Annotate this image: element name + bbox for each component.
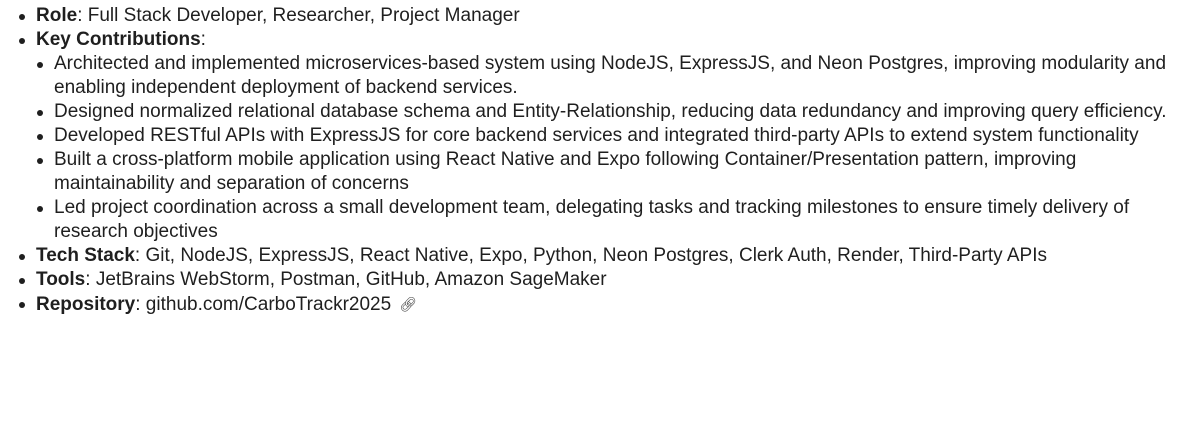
role-label: Role bbox=[36, 5, 78, 26]
repository-link[interactable]: github.com/CarboTrackr2025 bbox=[141, 294, 391, 315]
tech-stack-label: Tech Stack bbox=[36, 245, 135, 266]
contributions-list: Architected and implemented microservice… bbox=[18, 52, 1186, 244]
repository-label: Repository bbox=[36, 294, 136, 315]
role-text: Full Stack Developer, Researcher, Projec… bbox=[82, 5, 520, 26]
contribution-item: Built a cross-platform mobile applicatio… bbox=[18, 148, 1186, 196]
project-details-list: Role: Full Stack Developer, Researcher, … bbox=[0, 0, 1186, 317]
contribution-item: Developed RESTful APIs with ExpressJS fo… bbox=[18, 124, 1186, 148]
tech-stack-text: Git, NodeJS, ExpressJS, React Native, Ex… bbox=[140, 245, 1047, 266]
tools-label: Tools bbox=[36, 269, 86, 290]
tech-stack-item: Tech Stack: Git, NodeJS, ExpressJS, Reac… bbox=[0, 244, 1186, 268]
contribution-item: Designed normalized relational database … bbox=[18, 100, 1186, 124]
contributions-label: Key Contributions bbox=[36, 29, 201, 50]
tools-text: JetBrains WebStorm, Postman, GitHub, Ama… bbox=[90, 269, 607, 290]
contribution-item: Led project coordination across a small … bbox=[18, 196, 1186, 244]
link-icon[interactable]: 🔗︎ bbox=[399, 292, 417, 316]
tools-item: Tools: JetBrains WebStorm, Postman, GitH… bbox=[0, 268, 1186, 292]
contribution-item: Architected and implemented microservice… bbox=[18, 52, 1186, 100]
contributions-item: Key Contributions: Architected and imple… bbox=[0, 28, 1186, 244]
role-item: Role: Full Stack Developer, Researcher, … bbox=[0, 4, 1186, 28]
contributions-separator: : bbox=[200, 29, 206, 50]
repository-item: Repository: github.com/CarboTrackr2025 🔗︎ bbox=[0, 292, 1186, 317]
